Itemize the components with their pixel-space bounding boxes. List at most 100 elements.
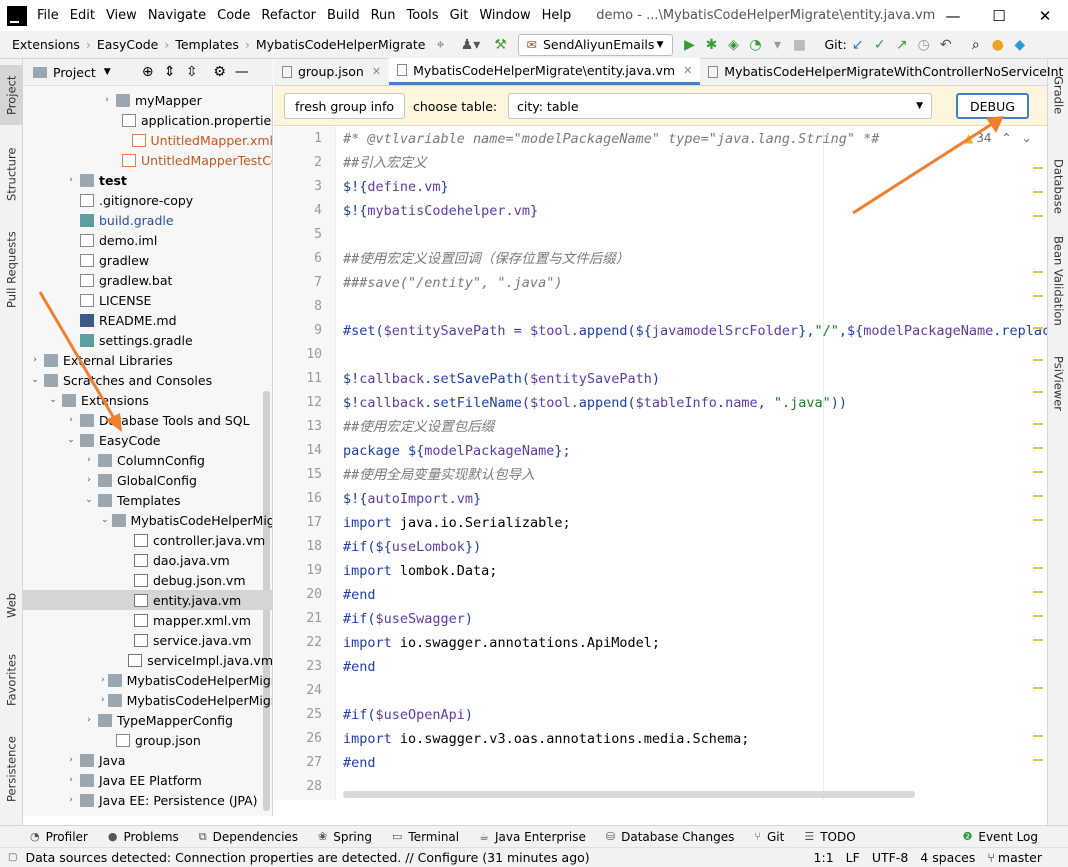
tree-item[interactable]: debug.json.vm bbox=[23, 570, 272, 590]
search-icon[interactable]: ⌕ bbox=[965, 34, 987, 56]
tree-item[interactable]: ⌄ EasyCode bbox=[23, 430, 272, 450]
tree-item[interactable]: › Java EE: Persistence (JPA) bbox=[23, 790, 272, 810]
menu-item-view[interactable]: View bbox=[106, 8, 137, 23]
inspection-widget[interactable]: ▲ 34 ⌃ ⌄ bbox=[964, 131, 1032, 145]
tool-tab-structure[interactable]: Structure bbox=[0, 139, 23, 209]
tool-window-todo[interactable]: ☰ TODO bbox=[804, 830, 855, 844]
tree-item[interactable]: ⌄ Templates bbox=[23, 490, 272, 510]
chevron-down-icon[interactable]: ⌄ bbox=[47, 395, 59, 405]
collapse-all-icon[interactable]: ⇕ bbox=[159, 61, 181, 83]
code-editor[interactable]: ▲ 34 ⌃ ⌄ #* @vtlvariable name="modelPack… bbox=[336, 127, 1047, 800]
tree-item[interactable]: entity.java.vm bbox=[23, 590, 272, 610]
breadcrumb-item[interactable]: MybatisCodeHelperMigrate bbox=[256, 37, 426, 52]
chevron-down-icon[interactable]: ⌄ bbox=[83, 495, 95, 505]
hide-icon[interactable]: — bbox=[231, 61, 253, 83]
tree-item[interactable]: › MybatisCodeHelperMigrateWithController bbox=[23, 670, 272, 690]
chevron-down-icon[interactable]: ⌄ bbox=[65, 435, 77, 445]
chevron-right-icon[interactable]: › bbox=[65, 795, 77, 805]
tree-item[interactable]: service.java.vm bbox=[23, 630, 272, 650]
warning-marker[interactable] bbox=[1033, 639, 1043, 641]
chevron-right-icon[interactable]: › bbox=[101, 675, 105, 685]
chevron-down-icon[interactable]: ▼ bbox=[104, 67, 111, 77]
chevron-down-icon[interactable]: ⌄ bbox=[1022, 131, 1032, 145]
tool-window-problems[interactable]: ● Problems bbox=[108, 830, 179, 844]
close-icon[interactable]: ✕ bbox=[372, 65, 381, 78]
run-icon[interactable]: ▶ bbox=[679, 34, 701, 56]
profile-icon[interactable]: ◔ bbox=[745, 34, 767, 56]
tree-item[interactable]: gradlew.bat bbox=[23, 270, 272, 290]
tree-item[interactable]: LICENSE bbox=[23, 290, 272, 310]
tree-item[interactable]: settings.gradle bbox=[23, 330, 272, 350]
tree-item[interactable]: › MybatisCodeHelperMigrateWithControllerN… bbox=[23, 690, 272, 710]
tree-item[interactable]: group.json bbox=[23, 730, 272, 750]
tool-window-database-changes[interactable]: ⛁ Database Changes bbox=[606, 830, 735, 844]
tree-item[interactable]: UntitledMapper.xml bbox=[23, 130, 272, 150]
tree-item[interactable]: controller.java.vm bbox=[23, 530, 272, 550]
tool-window-git[interactable]: ⑂ Git bbox=[754, 830, 784, 844]
breadcrumb-item[interactable]: Templates bbox=[175, 37, 239, 52]
run-configuration-select[interactable]: ✉ SendAliyunEmails ▼ bbox=[517, 33, 673, 56]
chevron-right-icon[interactable]: › bbox=[83, 455, 95, 465]
editor-tab[interactable]: group.json ✕ bbox=[274, 58, 389, 85]
warning-marker[interactable] bbox=[1033, 447, 1043, 449]
warning-marker[interactable] bbox=[1033, 735, 1043, 737]
editor-tab[interactable]: MybatisCodeHelperMigrateWithControllerNo… bbox=[700, 58, 1068, 85]
warning-marker[interactable] bbox=[1033, 191, 1043, 193]
tree-item[interactable]: › External Libraries bbox=[23, 350, 272, 370]
warning-marker[interactable] bbox=[1033, 167, 1043, 169]
coverage-icon[interactable]: ◈ bbox=[723, 34, 745, 56]
git-update-icon[interactable]: ↙ bbox=[847, 34, 869, 56]
warning-marker[interactable] bbox=[1033, 495, 1043, 497]
tree-item[interactable]: › Database Tools and SQL bbox=[23, 410, 272, 430]
update-icon[interactable]: ● bbox=[987, 34, 1009, 56]
project-view-label[interactable]: Project bbox=[53, 65, 96, 80]
warning-marker[interactable] bbox=[1033, 567, 1043, 569]
chevron-right-icon[interactable]: › bbox=[65, 415, 77, 425]
tree-item[interactable]: › test bbox=[23, 170, 272, 190]
warning-marker[interactable] bbox=[1033, 759, 1043, 761]
rollback-icon[interactable]: ↶ bbox=[935, 34, 957, 56]
tree-item[interactable]: ⌄ Scratches and Consoles bbox=[23, 370, 272, 390]
tool-tab-psiviewer[interactable]: PsiViewer bbox=[1048, 349, 1068, 419]
git-commit-icon[interactable]: ✓ bbox=[869, 34, 891, 56]
warning-marker[interactable] bbox=[1033, 391, 1043, 393]
tool-tab-project[interactable]: Project bbox=[0, 65, 23, 125]
warning-marker[interactable] bbox=[1033, 359, 1043, 361]
close-button[interactable]: ✕ bbox=[1022, 0, 1068, 31]
editor-tab[interactable]: MybatisCodeHelperMigrate\entity.java.vm ✕ bbox=[389, 58, 701, 85]
warning-marker[interactable] bbox=[1033, 423, 1043, 425]
history-icon[interactable]: ◷ bbox=[913, 34, 935, 56]
pin-icon[interactable]: ⌖ bbox=[430, 34, 452, 56]
tree-item[interactable]: › Java bbox=[23, 750, 272, 770]
warning-marker[interactable] bbox=[1033, 591, 1043, 593]
expand-icon[interactable]: ⇳ bbox=[181, 61, 203, 83]
menu-item-run[interactable]: Run bbox=[371, 8, 396, 23]
breadcrumb-item[interactable]: EasyCode bbox=[97, 37, 158, 52]
warning-marker[interactable] bbox=[1033, 471, 1043, 473]
menu-item-tools[interactable]: Tools bbox=[407, 8, 439, 23]
menu-item-navigate[interactable]: Navigate bbox=[148, 8, 206, 23]
chevron-right-icon[interactable]: › bbox=[65, 175, 77, 185]
tree-item[interactable]: › GlobalConfig bbox=[23, 470, 272, 490]
tool-window-dependencies[interactable]: ⧉ Dependencies bbox=[199, 830, 298, 844]
menu-item-code[interactable]: Code bbox=[217, 8, 250, 23]
menu-item-help[interactable]: Help bbox=[542, 8, 572, 23]
menu-item-edit[interactable]: Edit bbox=[70, 8, 95, 23]
caret-position[interactable]: 1:1 bbox=[814, 850, 834, 865]
tree-item[interactable]: build.gradle bbox=[23, 210, 272, 230]
git-push-icon[interactable]: ↗ bbox=[891, 34, 913, 56]
warning-marker[interactable] bbox=[1033, 327, 1043, 329]
menu-item-build[interactable]: Build bbox=[327, 8, 360, 23]
chevron-down-icon[interactable]: ⌄ bbox=[29, 375, 41, 385]
chevron-right-icon[interactable]: › bbox=[101, 695, 105, 705]
tool-window-spring[interactable]: ❀ Spring bbox=[318, 830, 372, 844]
event-log-button[interactable]: ❷ Event Log bbox=[963, 830, 1039, 844]
menu-item-file[interactable]: File bbox=[37, 8, 59, 23]
horizontal-scrollbar[interactable] bbox=[343, 791, 915, 798]
file-encoding[interactable]: UTF-8 bbox=[872, 850, 908, 865]
tree-item[interactable]: demo.iml bbox=[23, 230, 272, 250]
tool-window-java-enterprise[interactable]: ☕ Java Enterprise bbox=[479, 830, 586, 844]
chevron-down-icon[interactable]: ⌄ bbox=[101, 515, 109, 525]
toolbox-icon[interactable]: ◆ bbox=[1009, 34, 1031, 56]
debug-bug-icon[interactable]: ✱ bbox=[701, 34, 723, 56]
